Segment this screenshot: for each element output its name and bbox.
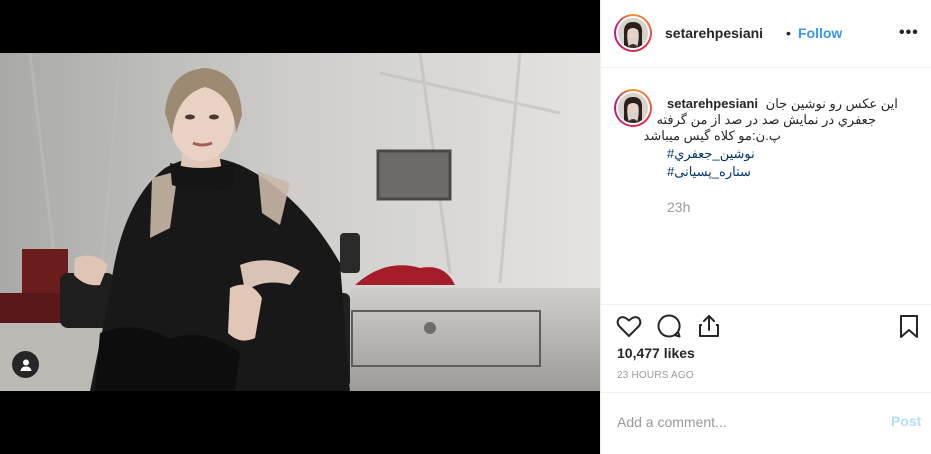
post-header: setarehpesiani • Follow •••	[601, 0, 931, 68]
caption-avatar[interactable]	[614, 89, 652, 127]
heart-icon[interactable]	[615, 312, 643, 340]
avatar-image	[618, 93, 648, 123]
avatar-border	[616, 91, 650, 125]
hashtag-link-2[interactable]: #ستاره_پسیانی	[667, 164, 751, 180]
action-bar: 10,477 likes 23 HOURS AGO	[601, 304, 931, 392]
header-username[interactable]: setarehpesiani	[665, 25, 763, 41]
more-options-icon[interactable]: •••	[899, 24, 919, 42]
share-icon[interactable]	[695, 312, 723, 340]
bookmark-icon[interactable]	[895, 312, 923, 340]
caption-username[interactable]: setarehpesiani	[667, 96, 758, 111]
stage-photo-illustration	[0, 53, 600, 391]
post-photo[interactable]	[0, 53, 600, 391]
caption-line-1: setarehpesiani این عکس رو نوشین جان	[667, 96, 898, 112]
follow-button[interactable]: Follow	[798, 25, 842, 41]
post-date[interactable]: 23 HOURS AGO	[617, 370, 694, 381]
caption-block: setarehpesiani این عکس رو نوشین جان جعفر…	[601, 68, 931, 304]
hashtag-link-1[interactable]: #نوشين_جعفري	[667, 146, 755, 162]
post-media[interactable]	[0, 0, 600, 454]
avatar-border	[616, 16, 650, 50]
header-separator: •	[786, 25, 791, 41]
like-count[interactable]: 10,477 likes	[617, 345, 695, 361]
post-side-panel: setarehpesiani • Follow ••• setarehpesia…	[600, 0, 931, 454]
avatar-image	[618, 18, 648, 48]
caption-line-3: پ.ن:مو کلاه گیس میباشد	[643, 128, 781, 143]
instagram-post-view: setarehpesiani • Follow ••• setarehpesia…	[0, 0, 931, 454]
caption-line-2: جعفري در نمايش صد در صد از من گرفته	[656, 112, 877, 127]
comment-input[interactable]	[617, 411, 867, 433]
user-silhouette-icon	[20, 359, 31, 371]
tagged-users-icon[interactable]	[12, 351, 39, 378]
comment-icon[interactable]	[655, 312, 683, 340]
profile-photo-icon	[618, 93, 648, 123]
add-comment-section: Post	[601, 392, 931, 454]
post-comment-button[interactable]: Post	[891, 413, 921, 429]
avatar[interactable]	[614, 14, 652, 52]
caption-text-1: این عکس رو نوشین جان	[765, 96, 898, 111]
caption-timestamp[interactable]: 23h	[667, 199, 690, 215]
profile-photo-icon	[618, 18, 648, 48]
